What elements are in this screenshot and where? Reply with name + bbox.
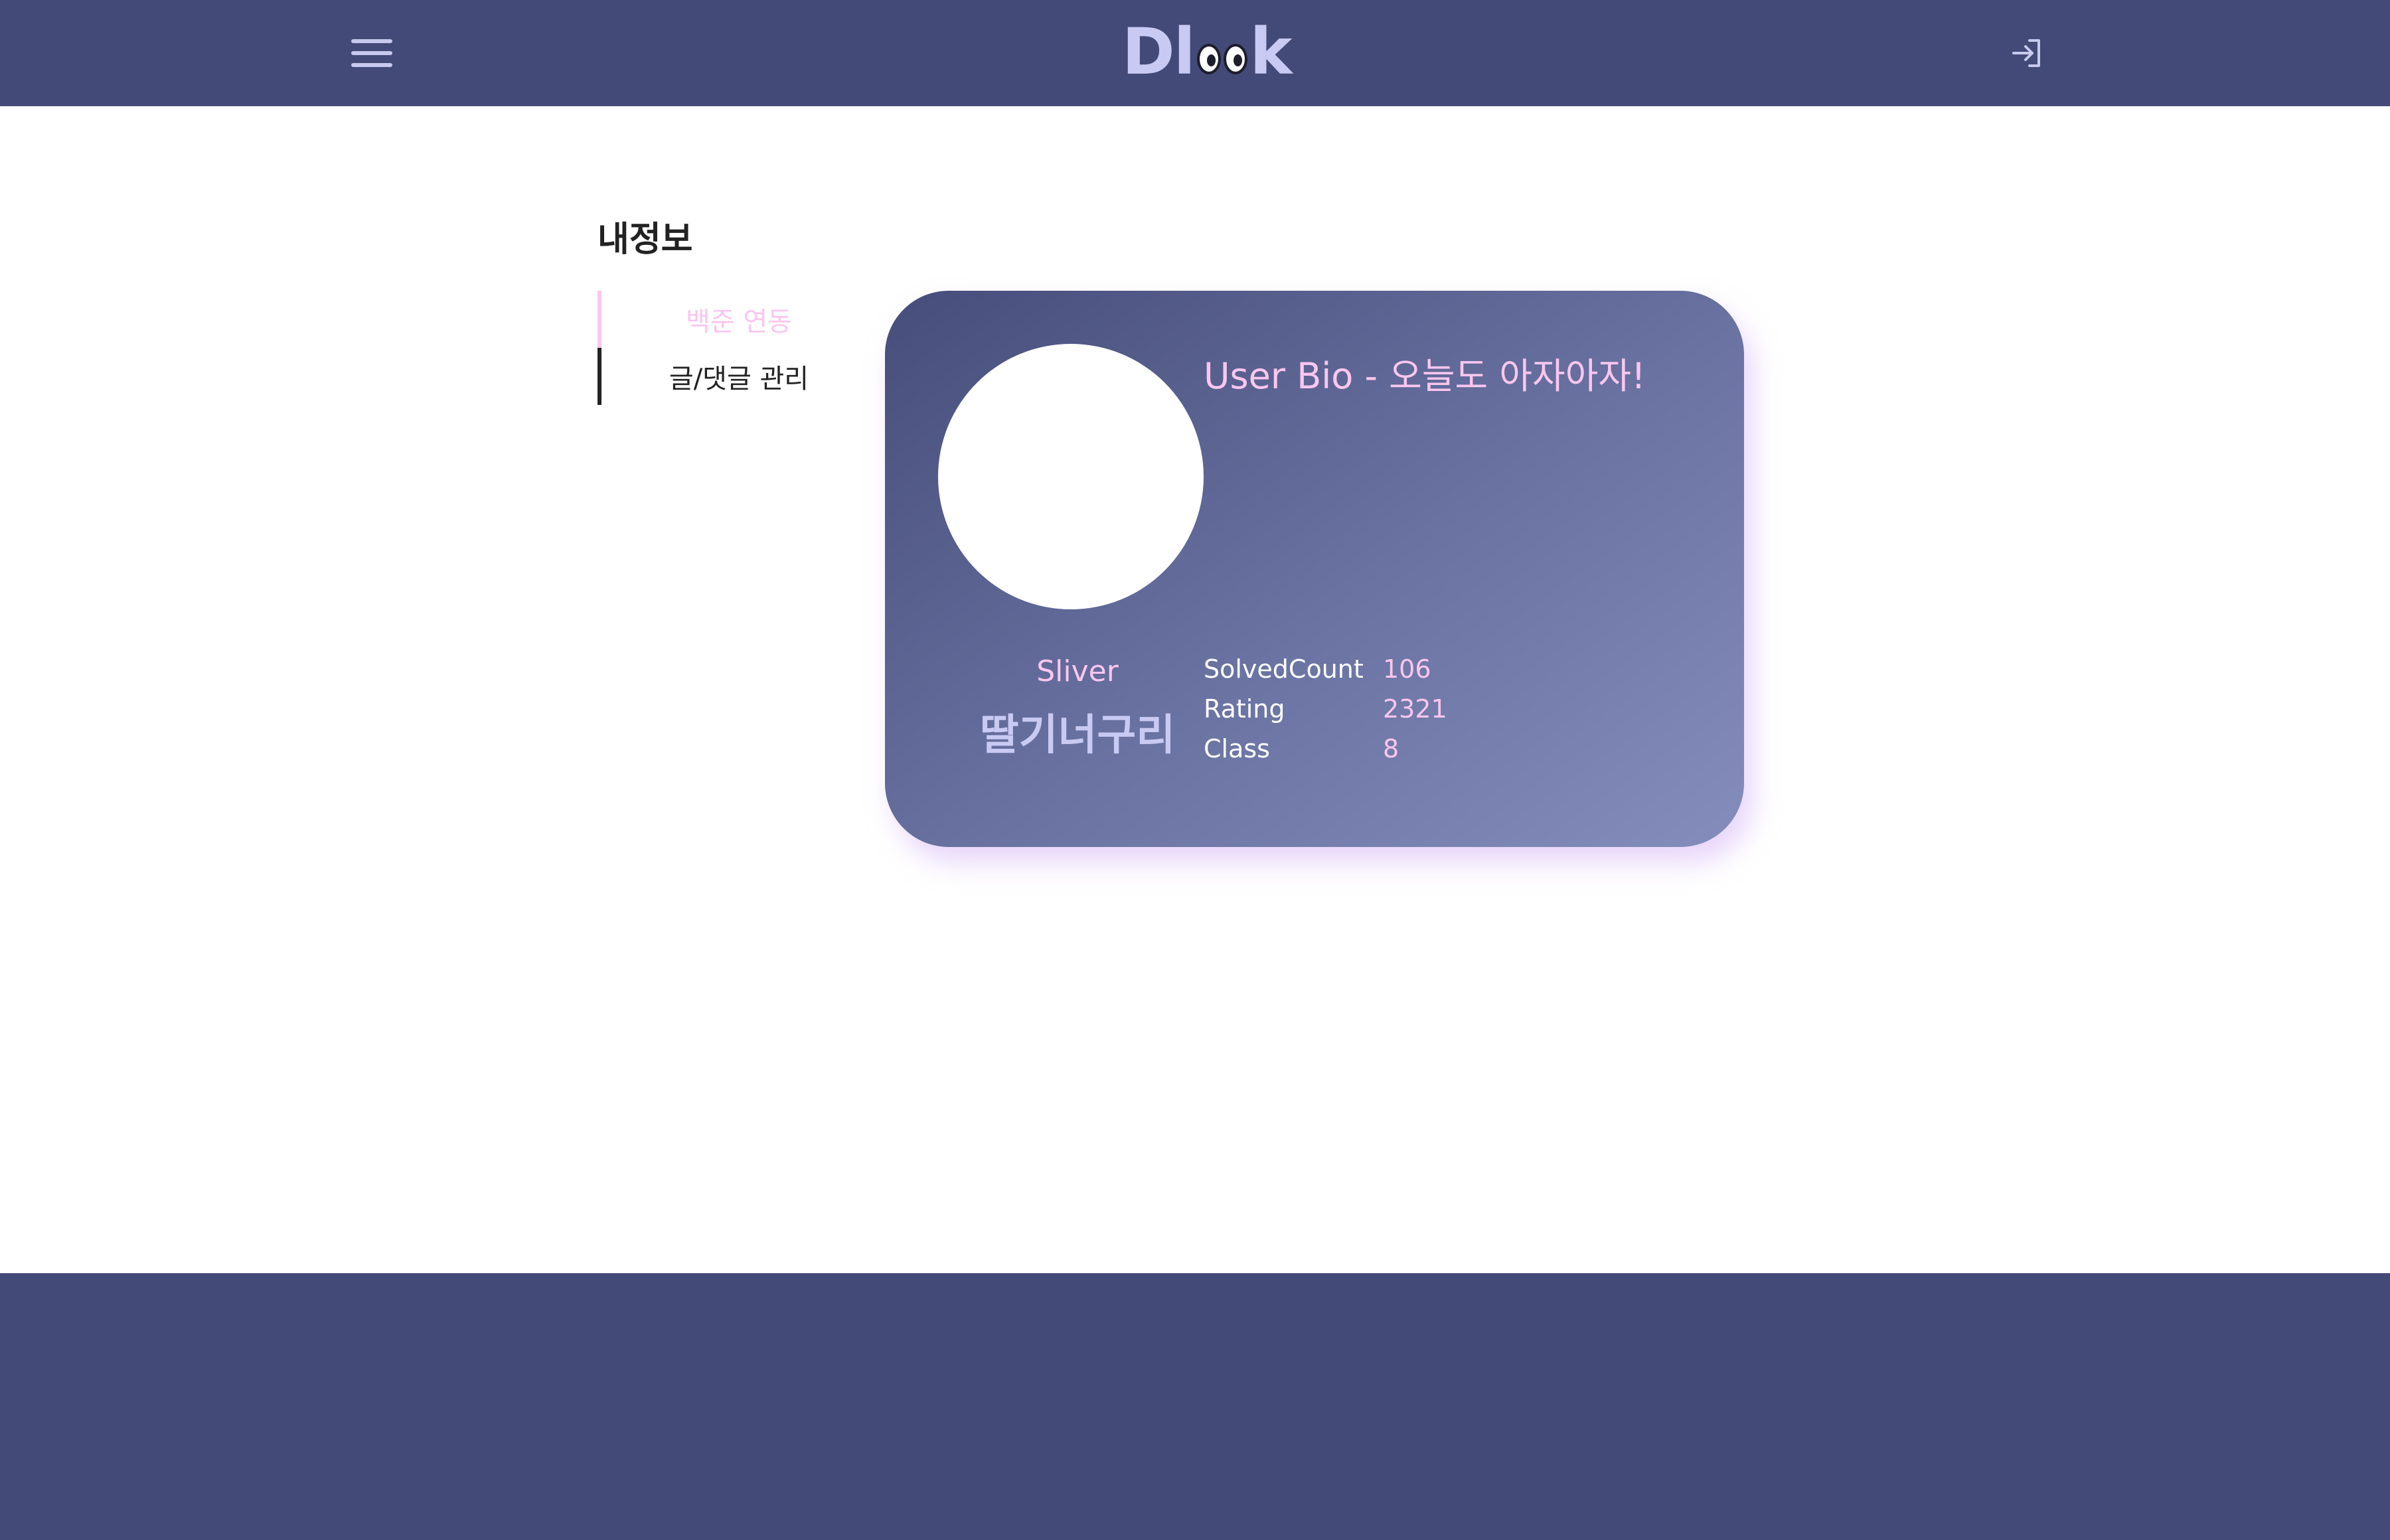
stat-row-class: Class 8 <box>1204 729 1447 769</box>
logo[interactable]: Dl k <box>1122 15 1292 89</box>
eye-left <box>1196 44 1221 74</box>
user-bio: User Bio - 오늘도 아자아자! <box>1204 355 1646 397</box>
stat-row-solved-count: SolvedCount 106 <box>1204 649 1447 689</box>
stat-label: Rating <box>1204 694 1285 724</box>
googly-eyes-icon <box>1196 44 1247 74</box>
eye-right <box>1223 44 1247 74</box>
menu-line <box>351 39 392 43</box>
hamburger-menu-icon[interactable] <box>345 33 398 73</box>
stat-label: SolvedCount <box>1204 654 1364 684</box>
sidebar-nav: 백준 연동 글/댓글 관리 <box>598 291 836 405</box>
login-arrow-svg <box>2012 39 2040 67</box>
page-title: 내정보 <box>598 220 693 260</box>
logo-text-start: Dl <box>1122 15 1196 89</box>
menu-line <box>351 63 392 67</box>
sidebar-item-post-comment-manage[interactable]: 글/댓글 관리 <box>598 348 836 405</box>
top-header: Dl k <box>0 0 2390 106</box>
sidebar-item-label: 백준 연동 <box>686 307 792 337</box>
profile-card: User Bio - 오늘도 아자아자! Sliver 딸기너구리 Solved… <box>885 291 1744 847</box>
page: Dl k 내정보 백준 연동 글/댓글 관리 User Bio - 오늘도 아자… <box>0 0 2390 1540</box>
stat-row-rating: Rating 2321 <box>1204 689 1447 729</box>
stat-value: 2321 <box>1383 694 1447 724</box>
user-nickname: 딸기너구리 <box>979 711 1176 760</box>
logo-text-end: k <box>1249 15 1293 89</box>
login-arrow-icon[interactable] <box>2008 37 2045 70</box>
user-tier: Sliver <box>1036 654 1119 688</box>
sidebar-item-baekjoon-link[interactable]: 백준 연동 <box>598 291 836 348</box>
stat-value: 106 <box>1383 654 1431 684</box>
menu-line <box>351 51 392 55</box>
stat-label: Class <box>1204 734 1270 763</box>
sidebar-item-label: 글/댓글 관리 <box>669 364 809 394</box>
stats-list: SolvedCount 106 Rating 2321 Class 8 <box>1204 649 1447 769</box>
avatar <box>938 344 1204 609</box>
footer <box>0 1273 2390 1540</box>
stat-value: 8 <box>1383 734 1399 763</box>
